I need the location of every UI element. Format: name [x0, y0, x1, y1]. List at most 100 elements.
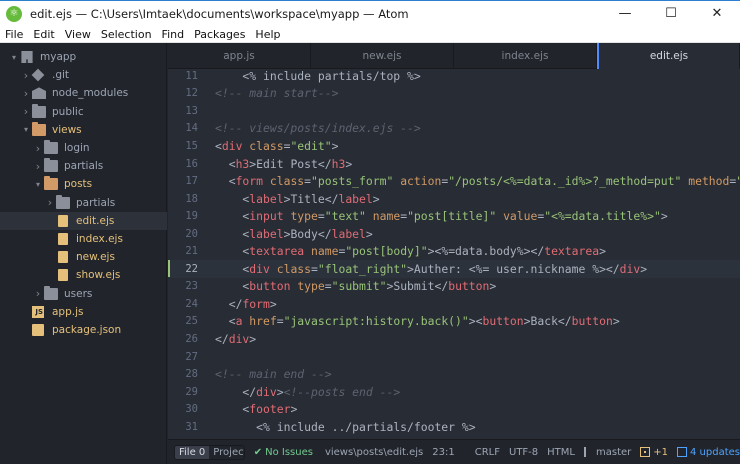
tree-item[interactable]: › partials: [0, 194, 167, 212]
menu-view[interactable]: View: [60, 28, 96, 41]
code-text: <textarea name="post[body]"><%=data.body…: [206, 244, 606, 258]
encoding[interactable]: UTF-8: [509, 447, 538, 458]
tree-item[interactable]: new.ejs: [0, 248, 167, 266]
code-line[interactable]: 19 <input type="text" name="post[title]"…: [168, 207, 740, 225]
code-line[interactable]: 15 <div class="edit">: [168, 137, 740, 155]
file-path[interactable]: views\posts\edit.ejs: [325, 447, 423, 458]
code-token: class: [269, 174, 305, 189]
code-token: <: [215, 226, 250, 241]
code-token: <: [215, 279, 250, 294]
code-line[interactable]: 21 <textarea name="post[body]"><%=data.b…: [168, 243, 740, 261]
tree-item[interactable]: ▾ myapp: [0, 48, 167, 66]
tree-item[interactable]: › users: [0, 285, 167, 303]
tree-item[interactable]: › .git: [0, 66, 167, 84]
code-token: >: [640, 261, 648, 276]
package-updates[interactable]: 4 updates: [677, 447, 740, 458]
project-tab-button[interactable]: Project 0: [209, 446, 245, 459]
maximize-button[interactable]: ☐: [648, 1, 694, 26]
tree-item[interactable]: JS app.js: [0, 303, 167, 321]
tab-new-ejs[interactable]: new.ejs: [311, 43, 454, 69]
code-token: >: [269, 296, 277, 311]
menu-edit[interactable]: Edit: [28, 28, 59, 41]
code-text: <button type="submit">Submit</button>: [206, 279, 496, 293]
code-token: "post[title]": [407, 209, 497, 224]
line-ending[interactable]: CRLF: [475, 447, 500, 458]
code-line[interactable]: 13: [168, 102, 740, 120]
tree-view: ▾ myapp › .git › node_modules › public ▾ views › lo…: [0, 43, 167, 464]
code-token: >Title</: [283, 191, 339, 206]
tab-index-ejs[interactable]: index.ejs: [454, 43, 597, 69]
tree-item-label: partials: [64, 160, 104, 173]
menu-find[interactable]: Find: [157, 28, 190, 41]
file-tab-button[interactable]: File 0: [175, 445, 210, 459]
git-diff[interactable]: +1: [640, 447, 668, 458]
code-token: =: [304, 174, 312, 189]
menu-file[interactable]: File: [0, 28, 28, 41]
code-line[interactable]: 24 </form>: [168, 295, 740, 313]
tree-item[interactable]: › partials: [0, 157, 167, 175]
code-line[interactable]: 26 </div>: [168, 330, 740, 348]
code-line[interactable]: 12 <!-- main start-->: [168, 85, 740, 103]
code-line[interactable]: 17 <form class="posts_form" action="/pos…: [168, 172, 740, 190]
tree-item[interactable]: › node_modules: [0, 84, 167, 102]
tree-item[interactable]: ▾ views: [0, 121, 167, 139]
cursor-position[interactable]: 23:1: [432, 447, 454, 458]
minimize-button[interactable]: —: [602, 1, 648, 26]
menu-packages[interactable]: Packages: [189, 28, 250, 41]
tree-item[interactable]: index.ejs: [0, 230, 167, 248]
code-token: method: [688, 174, 730, 189]
tree-item[interactable]: › login: [0, 139, 167, 157]
tab-edit-ejs[interactable]: edit.ejs: [597, 43, 740, 69]
diff-icon: [640, 447, 651, 457]
menu-bar: File Edit View Selection Find Packages H…: [0, 26, 740, 43]
line-number: 31: [185, 420, 198, 433]
code-line[interactable]: 14 <!-- views/posts/index.ejs -->: [168, 120, 740, 138]
code-text: </div>: [206, 332, 256, 346]
code-line[interactable]: 30 <footer>: [168, 400, 740, 418]
tab-app-js[interactable]: app.js: [168, 43, 311, 69]
code-line[interactable]: 28 <!-- main end -->: [168, 365, 740, 383]
code-text: <input type="text" name="post[title]" va…: [206, 209, 667, 224]
code-line[interactable]: 22 <div class="float_right">Auther: <%= …: [168, 260, 740, 278]
code-text: <a href="javascript:history.back()"><but…: [206, 314, 620, 328]
menu-help[interactable]: Help: [250, 28, 285, 41]
code-line[interactable]: 11 <% include partials/top %>: [168, 69, 740, 85]
git-branch[interactable]: master: [583, 447, 631, 458]
code-token: button: [482, 314, 524, 329]
status-bar: File 0 Project 0 ✔ No Issues views\posts…: [168, 439, 740, 464]
tree-item[interactable]: › public: [0, 103, 167, 121]
line-number: 21: [185, 245, 198, 258]
code-line[interactable]: 29 </div><!--posts end -->: [168, 383, 740, 401]
code-line[interactable]: 31 <% include ../partials/footer %>: [168, 418, 740, 436]
code-token: class: [249, 138, 284, 153]
tree-item-label: .git: [52, 69, 70, 82]
grammar[interactable]: HTML: [547, 447, 575, 458]
menu-selection[interactable]: Selection: [96, 28, 157, 41]
code-line[interactable]: 25 <a href="javascript:history.back()"><…: [168, 313, 740, 331]
code-token: <!-- views/posts/index.ejs -->: [215, 121, 421, 136]
code-token: href: [249, 314, 277, 329]
code-editor[interactable]: 11 <% include partials/top %> 12 <!-- main…: [168, 69, 740, 439]
tree-item[interactable]: ▾ posts: [0, 175, 167, 193]
project-tab-label: Project: [213, 446, 245, 458]
tree-item-label: edit.ejs: [76, 214, 115, 227]
code-token: <: [215, 314, 236, 329]
code-token: <: [215, 209, 250, 224]
code-token: h3: [235, 156, 250, 171]
code-line[interactable]: 27: [168, 348, 740, 366]
folder-icon: [44, 158, 58, 173]
code-line[interactable]: 23 <button type="submit">Submit</button>: [168, 278, 740, 296]
code-line[interactable]: 18 <label>Title</label>: [168, 190, 740, 208]
tree-item[interactable]: package.json: [0, 321, 167, 339]
close-button[interactable]: ✕: [694, 1, 740, 26]
code-token: >: [290, 402, 298, 417]
code-line[interactable]: 16 <h3>Edit Post</h3>: [168, 155, 740, 173]
tree-item[interactable]: show.ejs: [0, 266, 167, 284]
linter-status[interactable]: ✔ No Issues: [254, 447, 316, 458]
code-token: >: [468, 314, 476, 329]
tree-item[interactable]: edit.ejs: [0, 211, 167, 230]
code-token: "/posts/<%=data._id%>?_method=put": [448, 174, 682, 189]
code-text: </form>: [206, 297, 277, 311]
code-line[interactable]: 20 <label>Body</label>: [168, 225, 740, 243]
code-token: "edit": [290, 138, 332, 153]
